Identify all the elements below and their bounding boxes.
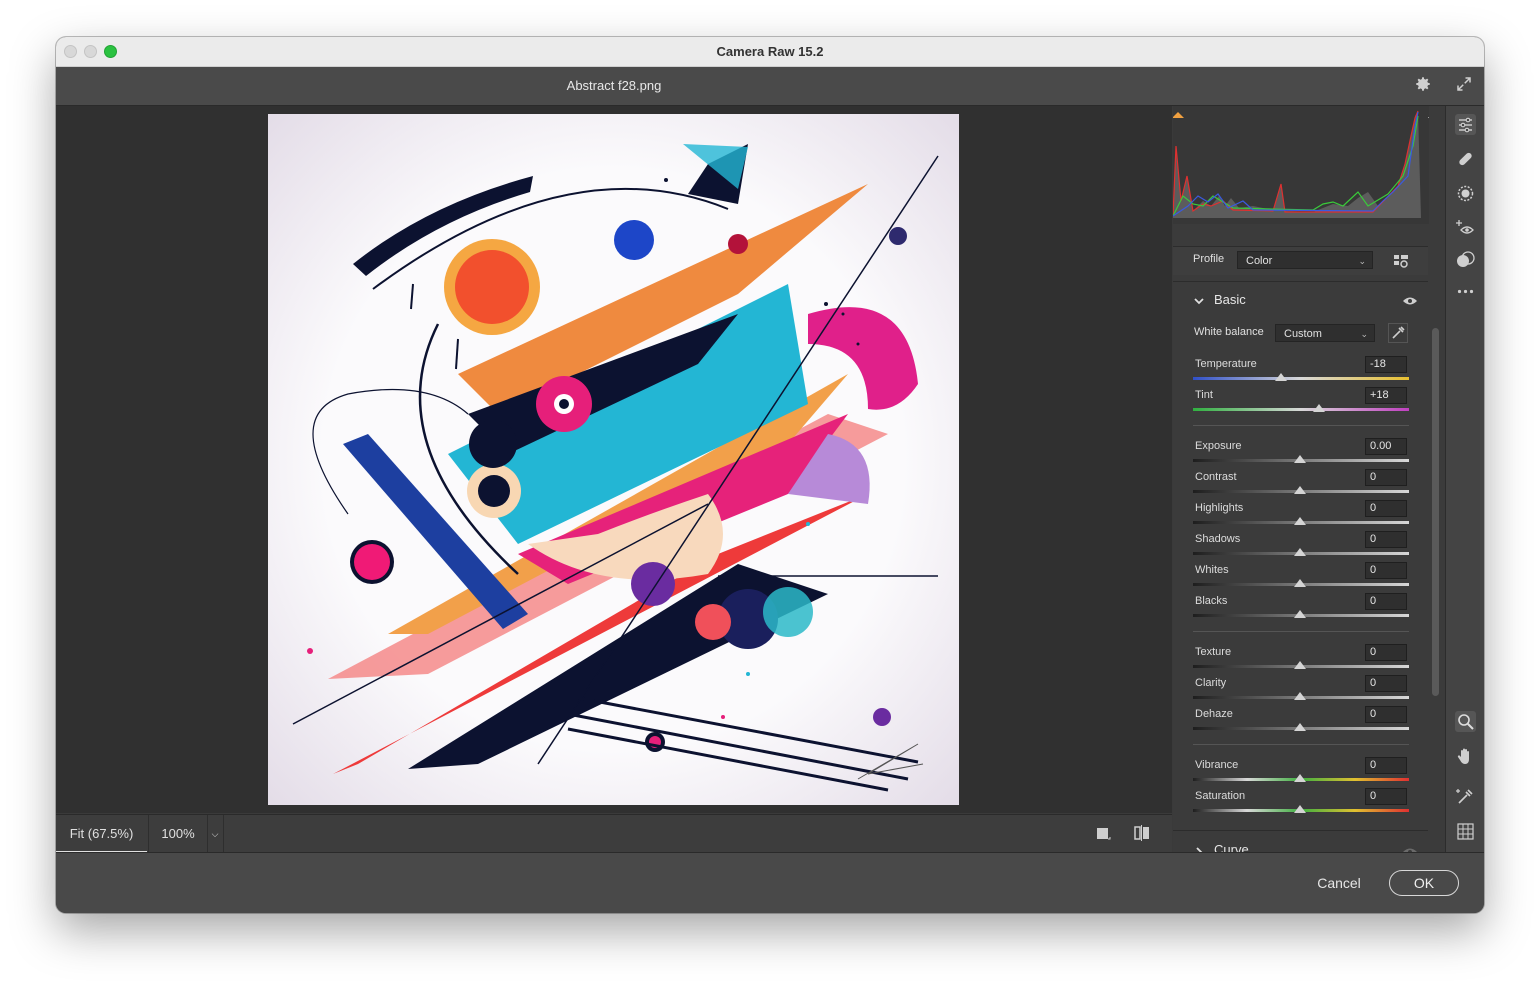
expand-icon[interactable] [1453, 75, 1475, 97]
saturation-label: Saturation [1195, 790, 1246, 802]
chevron-down-icon: ⌄ [1358, 256, 1366, 266]
whites-value[interactable]: 0 [1365, 562, 1407, 579]
profile-row: Profile Color ⌄ [1173, 246, 1428, 275]
blacks-label: Blacks [1195, 595, 1228, 607]
texture-slider-thumb[interactable] [1294, 661, 1306, 669]
tint-slider-thumb[interactable] [1313, 404, 1325, 412]
temperature-label: Temperature [1195, 358, 1257, 370]
mask-icon[interactable] [1455, 183, 1476, 204]
temperature-slider-thumb[interactable] [1275, 373, 1287, 381]
close-window-button[interactable] [64, 45, 77, 58]
highlights-value[interactable]: 0 [1365, 500, 1407, 517]
exposure-value[interactable]: 0.00 [1365, 438, 1407, 455]
contrast-label: Contrast [1195, 471, 1237, 483]
white-balance-dropdown[interactable]: Custom ⌄ [1275, 324, 1375, 342]
presets-icon[interactable] [1455, 249, 1476, 270]
panel-scrollbar[interactable] [1429, 106, 1445, 852]
status-bar: Fit (67.5%) 100% ⌵ [56, 814, 1172, 853]
scrollbar-thumb[interactable] [1432, 328, 1439, 696]
camera-raw-window: Camera Raw 15.2 Abstract f28.png Fit (67… [56, 37, 1484, 913]
eye-plus-icon[interactable] [1455, 217, 1476, 238]
dehaze-label: Dehaze [1195, 708, 1233, 720]
exposure-slider-thumb[interactable] [1294, 455, 1306, 463]
white-balance-label: White balance [1194, 326, 1264, 338]
divider [1193, 425, 1409, 426]
profile-value: Color [1246, 255, 1273, 267]
tint-slider-track[interactable] [1193, 408, 1409, 411]
sliders-icon[interactable] [1455, 114, 1476, 135]
window-title: Camera Raw 15.2 [716, 44, 824, 59]
texture-label: Texture [1195, 646, 1232, 658]
whites-label: Whites [1195, 564, 1229, 576]
basic-section-title[interactable]: Basic [1214, 292, 1246, 307]
zoom-window-button[interactable] [104, 45, 117, 58]
histogram [1173, 106, 1429, 224]
file-bar: Abstract f28.png [56, 67, 1484, 106]
hand-icon[interactable] [1455, 746, 1476, 767]
title-bar: Camera Raw 15.2 [56, 37, 1484, 67]
highlights-label: Highlights [1195, 502, 1244, 514]
basic-panel: Basic White balance Custom ⌄ Temperature… [1173, 281, 1428, 852]
eyedropper-icon[interactable] [1388, 323, 1408, 343]
white-balance-value: Custom [1284, 328, 1322, 340]
highlights-slider-thumb[interactable] [1294, 517, 1306, 525]
zoom-fit-button[interactable]: Fit (67.5%) [56, 815, 147, 853]
chevron-down-icon[interactable] [1193, 294, 1205, 306]
zoom-100-button[interactable]: 100% [148, 815, 208, 853]
single-view-icon[interactable] [1094, 824, 1114, 844]
right-panel: Profile Color ⌄ Basic White balance Cust… [1173, 106, 1429, 852]
eye-icon[interactable] [1402, 845, 1418, 852]
dehaze-slider-thumb[interactable] [1294, 723, 1306, 731]
bandage-icon[interactable] [1455, 148, 1476, 169]
exposure-label: Exposure [1195, 440, 1242, 452]
contrast-value[interactable]: 0 [1365, 469, 1407, 486]
shadows-value[interactable]: 0 [1365, 531, 1407, 548]
eyedropper-icon[interactable] [1455, 786, 1476, 807]
tool-strip [1445, 106, 1484, 852]
blacks-slider-thumb[interactable] [1294, 610, 1306, 618]
profile-label: Profile [1193, 253, 1225, 265]
temperature-value[interactable]: -18 [1365, 356, 1407, 373]
whites-slider-thumb[interactable] [1294, 579, 1306, 587]
ok-button[interactable]: OK [1389, 870, 1459, 896]
grid-icon[interactable] [1455, 821, 1476, 842]
texture-value[interactable]: 0 [1365, 644, 1407, 661]
contrast-slider-thumb[interactable] [1294, 486, 1306, 494]
minimize-window-button[interactable] [84, 45, 97, 58]
eye-icon[interactable] [1402, 294, 1418, 306]
saturation-value[interactable]: 0 [1365, 788, 1407, 805]
divider [1193, 631, 1409, 632]
dialog-footer: Cancel OK [56, 852, 1484, 913]
temperature-slider-track[interactable] [1193, 377, 1409, 380]
divider [1173, 830, 1428, 831]
vibrance-value[interactable]: 0 [1365, 757, 1407, 774]
more-icon[interactable] [1455, 281, 1476, 302]
vibrance-slider-thumb[interactable] [1294, 774, 1306, 782]
shadows-slider-thumb[interactable] [1294, 548, 1306, 556]
zoom-dropdown-chevron-icon[interactable]: ⌵ [207, 815, 224, 853]
gear-icon[interactable] [1412, 75, 1434, 97]
zoom-icon[interactable] [1455, 711, 1476, 732]
image-canvas[interactable] [56, 106, 1172, 813]
chevron-down-icon: ⌄ [1360, 329, 1368, 339]
blacks-value[interactable]: 0 [1365, 593, 1407, 610]
profile-browser-icon[interactable] [1393, 253, 1409, 269]
profile-dropdown[interactable]: Color ⌄ [1237, 251, 1373, 269]
shadows-label: Shadows [1195, 533, 1241, 545]
file-name: Abstract f28.png [566, 78, 662, 93]
curve-section-title[interactable]: Curve [1214, 842, 1249, 852]
saturation-slider-thumb[interactable] [1294, 805, 1306, 813]
clarity-value[interactable]: 0 [1365, 675, 1407, 692]
before-after-icon[interactable] [1132, 824, 1152, 844]
chevron-right-icon[interactable] [1193, 845, 1205, 852]
vibrance-label: Vibrance [1195, 759, 1239, 771]
divider [1193, 744, 1409, 745]
abstract-artwork-image [268, 114, 959, 805]
tint-label: Tint [1195, 389, 1213, 401]
dehaze-value[interactable]: 0 [1365, 706, 1407, 723]
clarity-label: Clarity [1195, 677, 1227, 689]
cancel-button[interactable]: Cancel [1301, 870, 1377, 896]
tint-value[interactable]: +18 [1365, 387, 1407, 404]
clarity-slider-thumb[interactable] [1294, 692, 1306, 700]
